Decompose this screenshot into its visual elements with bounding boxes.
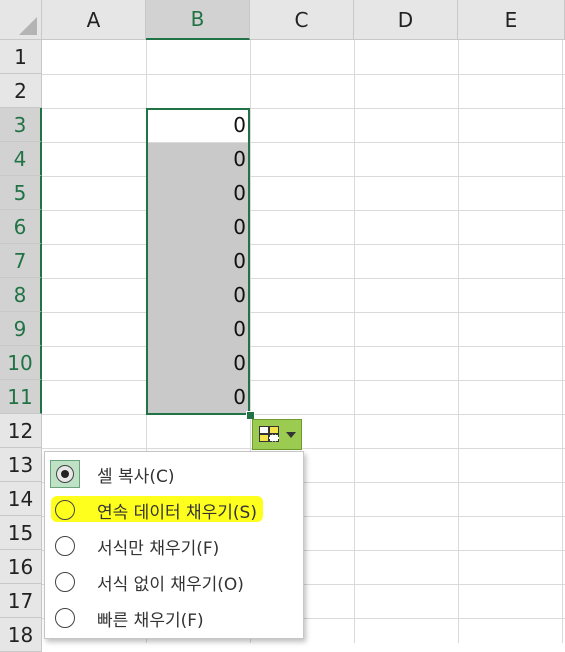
row-header-9[interactable]: 9 (0, 312, 42, 346)
select-all-triangle-icon (19, 17, 37, 35)
auto-fill-icon (258, 425, 282, 445)
gridline-horizontal (42, 176, 565, 177)
menu-item-label: 빠른 채우기(F) (97, 610, 204, 631)
row-header-2[interactable]: 2 (0, 74, 42, 108)
gridline-horizontal (42, 346, 565, 347)
gridline-horizontal (42, 380, 565, 381)
menu-item-label: 연속 데이터 채우기(S) (97, 502, 257, 523)
gridline-horizontal (42, 142, 565, 143)
radio-icon (55, 608, 75, 628)
column-header-b[interactable]: B (146, 0, 250, 40)
row-header-4[interactable]: 4 (0, 142, 42, 176)
gridline-horizontal (42, 210, 565, 211)
menu-item-flash-fill[interactable]: 빠른 채우기(F) (45, 600, 303, 636)
gridline-horizontal (42, 312, 565, 313)
row-header-12[interactable]: 12 (0, 414, 42, 448)
row-header-8[interactable]: 8 (0, 278, 42, 312)
gridline-horizontal (42, 108, 565, 109)
row-header-18[interactable]: 18 (0, 618, 42, 652)
select-all-corner[interactable] (0, 0, 42, 40)
gridline-horizontal (42, 414, 565, 415)
chevron-down-icon (286, 431, 296, 438)
row-header-17[interactable]: 17 (0, 584, 42, 618)
menu-item-fill-without-formatting[interactable]: 서식 없이 채우기(O) (45, 564, 303, 600)
row-header-3[interactable]: 3 (0, 108, 42, 142)
menu-item-fill-formatting-only[interactable]: 서식만 채우기(F) (45, 528, 303, 564)
auto-fill-options-menu: 셀 복사(C) 연속 데이터 채우기(S) 서식만 채우기(F) 서식 없이 채… (44, 451, 304, 639)
column-header-a[interactable]: A (42, 0, 146, 40)
column-header-d[interactable]: D (354, 0, 458, 40)
menu-item-copy-cells[interactable]: 셀 복사(C) (45, 456, 303, 492)
row-header-7[interactable]: 7 (0, 244, 42, 278)
radio-icon (55, 572, 75, 592)
gridline-horizontal (42, 244, 565, 245)
menu-item-label: 서식만 채우기(F) (97, 538, 220, 559)
auto-fill-options-button[interactable] (252, 419, 302, 450)
menu-item-fill-series[interactable]: 연속 데이터 채우기(S) (45, 492, 303, 528)
row-header-11[interactable]: 11 (0, 380, 42, 414)
row-header-13[interactable]: 13 (0, 448, 42, 482)
row-header-15[interactable]: 15 (0, 516, 42, 550)
gridline-horizontal (42, 448, 565, 449)
column-header-e[interactable]: E (458, 0, 565, 40)
menu-item-label: 셀 복사(C) (97, 466, 175, 487)
row-header-6[interactable]: 6 (0, 210, 42, 244)
radio-selected-icon (50, 460, 80, 488)
gridline-horizontal (42, 74, 565, 75)
row-header-16[interactable]: 16 (0, 550, 42, 584)
gridline-vertical (562, 40, 563, 643)
selection-border (146, 108, 250, 415)
row-header-14[interactable]: 14 (0, 482, 42, 516)
menu-item-label: 서식 없이 채우기(O) (97, 574, 244, 595)
gridline-vertical (458, 40, 459, 643)
gridline-vertical (354, 40, 355, 643)
row-header-5[interactable]: 5 (0, 176, 42, 210)
radio-icon (55, 536, 75, 556)
gridline-horizontal (42, 278, 565, 279)
radio-icon (55, 500, 75, 520)
row-header-1[interactable]: 1 (0, 40, 42, 74)
column-header-c[interactable]: C (250, 0, 354, 40)
row-header-10[interactable]: 10 (0, 346, 42, 380)
